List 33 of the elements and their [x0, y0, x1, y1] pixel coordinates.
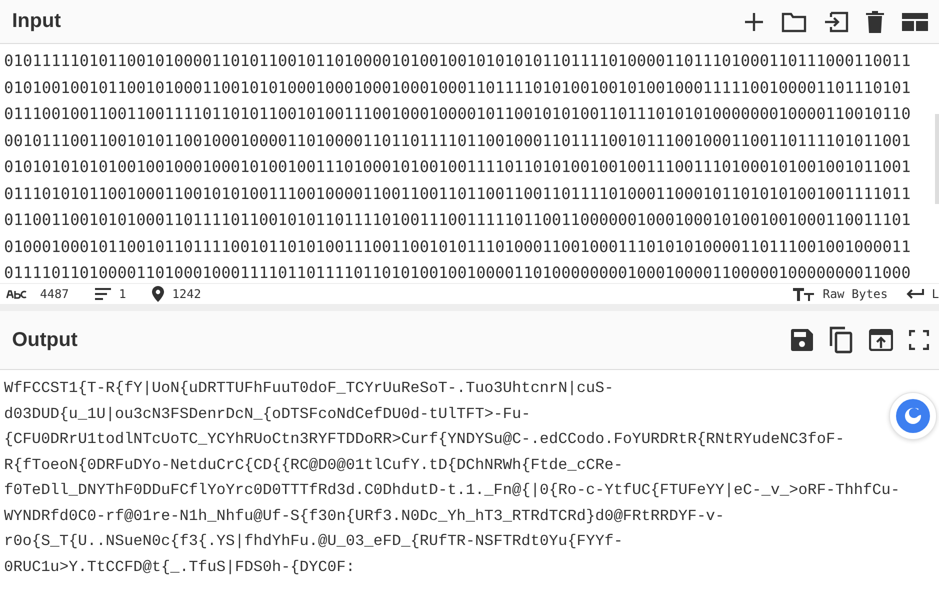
- input-text-line: 010100100101100101000110010101000100010001000100011011110101001001010010001111100100001101110101: [4, 76, 912, 98]
- output-text-line: f0TeDll_DNYThF0DDuFCflYoYrc0D0TTTfRd3d.C0DhdutD-t.1._Fn@{|0{Ro-c-YtfUC{FTUFeYY|eC-_v_>oRF-ThhfCu-: [4, 480, 900, 501]
- lines-icon: [94, 288, 111, 300]
- panel-title: Input: [12, 10, 62, 33]
- output-text-line: {CFU0DRrU1todlNTcUoTC_YCYhRUoCtn3RYFTDDoRR>Curf{YNDYSu@C-.edCCodo.FoYURDRtR{RNtRYudeNC3foF-: [4, 429, 844, 450]
- lines-value: 1: [118, 287, 126, 301]
- output-text-line: r0o{S_T{U..NSueN0c{f3{.YS|fhdYhFu.@U_03_eFD_{RUfTR-NSFTRdt0Yu{FYYf-: [4, 531, 623, 552]
- chat-bubble-icon[interactable]: [889, 392, 937, 440]
- input-text-line: 010001000101100101101111001011010100111001100101011101000110010001110101010000110111001001000011: [4, 236, 912, 258]
- output-text-line: WfFCCST1{T-R{fY|UoN{uDRTTUFhFuuT0doF_TCYrUuReSoT-.Tuo3UhtcnrN|cuS-: [4, 378, 614, 399]
- panel-title: Output: [12, 328, 79, 352]
- output-text-line: d03DUD{u_1U|ou3cN3FSDenrDcN_{oDTSFcoNdCefDU0d-tUlTFT>-Fu-: [4, 404, 530, 424]
- output-text-line: R{fToeoN{0DRFuDYo-NetduCrC{CD{{RC@D0@01tlCufY.tD{DChNRWh{Ftde_cCRe-: [4, 454, 623, 476]
- position-value: 1242: [172, 287, 202, 301]
- length-value: 4487: [40, 287, 69, 301]
- output-text-line: WYNDRfd0C0-rf@01re-N1h_Nhfu@Uf-S{f30n{URf3.N0Dc_Yh_hT3_RTRdTCRd}d0@FRtRRDYF-v-: [4, 506, 724, 526]
- location-pin-icon: [152, 286, 164, 302]
- replace-input-icon[interactable]: [867, 327, 895, 353]
- input-text-line: 011101010110010001100101010011100100001100110011011001100110111101000110001011010101001001111011: [4, 182, 912, 204]
- input-text-line: 011110110100001101000100011110110111101101010010010000110100000000100010000110000010000000011000: [4, 262, 912, 283]
- input-text-line: 010111110101100101000011010110010110100001010010010101010110111101000011011101000110111000110011: [4, 50, 912, 72]
- input-text-line: 011001100101010001101111011001010110111101001110011111011001100000010001000101001001000110011101: [4, 209, 912, 231]
- input-text-line: 001011100110010101100100010000110100001101101111011001000110111100101110010001100110111101011001: [4, 130, 912, 152]
- eol-button[interactable]: L: [932, 287, 939, 301]
- text-size-icon: [792, 287, 815, 301]
- encoding-button[interactable]: Raw Bytes: [822, 287, 888, 301]
- fullscreen-icon[interactable]: [907, 328, 931, 352]
- input-text-line: 010101010101001001000100010100100111010001010010011110110101001001001110011101000101001001011001: [4, 156, 912, 178]
- save-icon[interactable]: [789, 327, 815, 353]
- input-text-line: 011100100110011001111011010110010100111001000100001011001010100110111010101000000010000110010110: [4, 103, 912, 125]
- output-text-line: 0RUC1u>Y.TtCCFD@t{_.TfuS|FDS0h-{DYC0F:: [4, 556, 355, 578]
- copy-icon[interactable]: [827, 324, 855, 356]
- return-arrow-icon: [906, 288, 924, 300]
